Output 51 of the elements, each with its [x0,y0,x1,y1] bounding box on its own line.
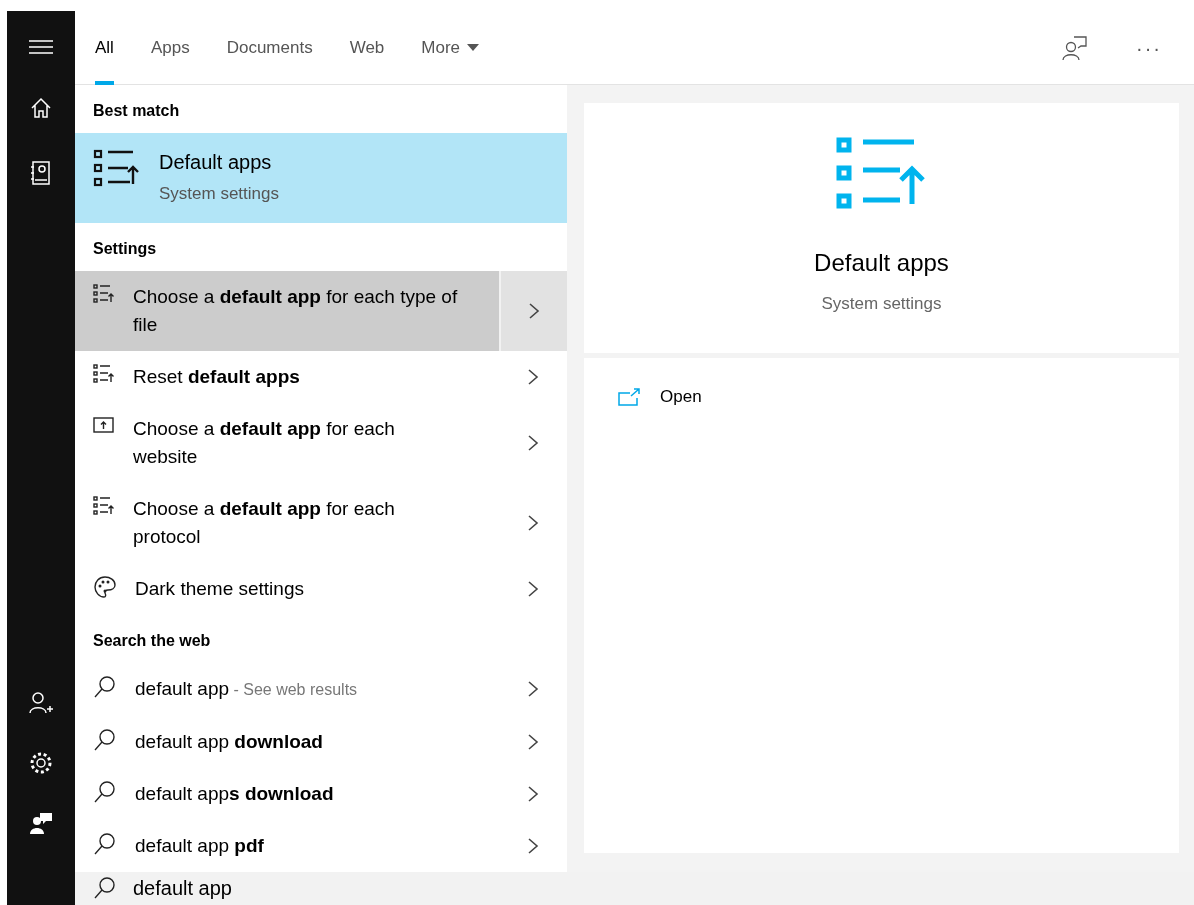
section-heading: Settings [92,238,158,259]
open-icon [618,387,640,406]
chevron-icon [527,433,539,452]
menu-icon[interactable] [29,39,53,55]
result-item[interactable]: default app pdf [75,819,499,872]
list-icon [93,494,115,515]
chevron-icon [527,579,539,598]
chevron-icon [527,367,539,386]
section-heading: Best match [92,101,181,121]
result-item[interactable]: default apps download [75,767,499,820]
search-icon [93,727,117,752]
list-icon [93,282,115,303]
chevron-icon [527,836,539,855]
chevron-button[interactable] [499,270,567,351]
list-arrow-icon [93,149,139,189]
chevron-icon [527,732,539,751]
chevron-icon [528,301,540,320]
chevron-icon [527,513,539,532]
result-item[interactable]: Choose a default app for each type of file [75,270,499,351]
add-user-icon[interactable] [29,691,53,715]
home-icon[interactable] [30,97,52,119]
more-options-button[interactable]: ··· [1136,32,1162,63]
preview-title: Default apps [814,248,949,278]
result-item[interactable]: Reset default apps [75,350,499,403]
tab[interactable]: Documents [226,10,313,85]
result-item[interactable]: default app download [75,715,499,768]
search-icon [93,876,117,901]
open-button[interactable]: Open [618,384,702,410]
section-heading: Search the web [92,630,212,651]
result-item[interactable]: Choose a default app for each website [75,402,499,483]
preview-subtitle: System settings [821,293,942,315]
result-item[interactable]: Choose a default app for each protocol [75,482,499,563]
search-icon [93,674,117,699]
result-item[interactable]: Default apps System settings [75,133,567,223]
feedback-button[interactable] [1062,34,1088,61]
result-item[interactable]: default app - See web results [75,662,499,716]
list-icon [93,362,115,383]
settings-icon[interactable] [29,751,53,775]
search-icon [93,779,117,804]
chevron-icon [527,784,539,803]
tab[interactable]: More [421,10,480,85]
search-icon [93,831,117,856]
window-upload-icon [93,414,115,435]
notebook-icon[interactable] [31,161,51,187]
tab[interactable]: All [95,10,114,85]
feedback-icon[interactable] [29,811,53,835]
palette-icon [93,574,117,599]
chevron-icon [527,680,539,698]
result-item[interactable]: Dark theme settings [75,562,499,615]
tab[interactable]: Web [349,10,385,85]
tab[interactable]: Apps [150,10,190,85]
